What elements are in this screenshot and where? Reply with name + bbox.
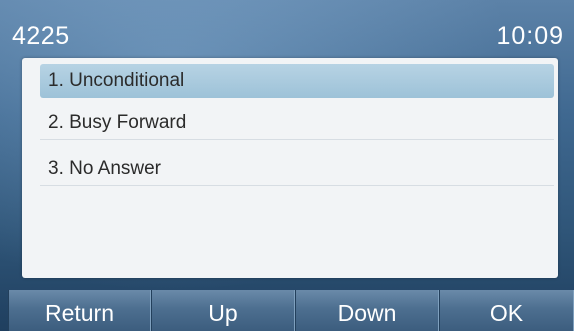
- menu-item-unconditional[interactable]: 1. Unconditional: [40, 64, 554, 98]
- menu-item-busy-forward[interactable]: 2. Busy Forward: [40, 106, 554, 140]
- forward-type-menu: 1. Unconditional 2. Busy Forward 3. No A…: [22, 58, 558, 278]
- down-softkey[interactable]: Down: [295, 290, 439, 331]
- up-softkey[interactable]: Up: [151, 290, 295, 331]
- softkey-bar: Return Up Down OK: [0, 290, 574, 331]
- extension-number: 4225: [12, 22, 70, 50]
- return-softkey[interactable]: Return: [8, 290, 151, 331]
- clock: 10:09: [496, 22, 564, 50]
- ok-softkey[interactable]: OK: [439, 290, 574, 331]
- status-bar: 4225 10:09: [0, 0, 574, 56]
- phone-screen: 4225 10:09 1. Unconditional 2. Busy Forw…: [0, 0, 574, 331]
- menu-item-no-answer[interactable]: 3. No Answer: [40, 152, 554, 186]
